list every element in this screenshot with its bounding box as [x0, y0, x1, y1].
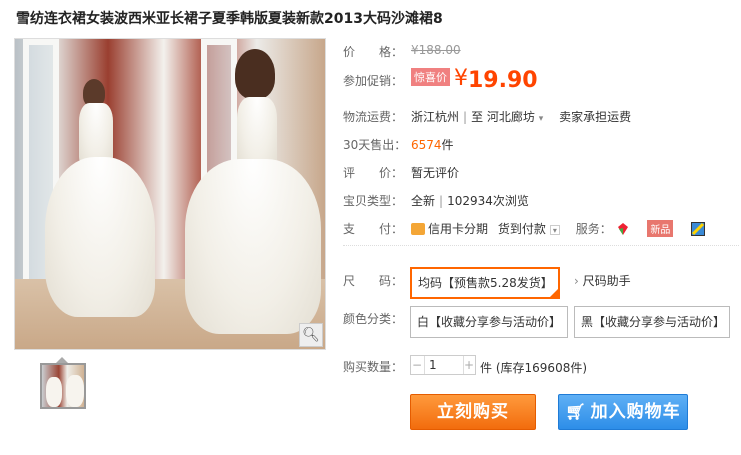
sold-row: 30天售出： 6574件 — [343, 136, 454, 153]
promo-currency: ¥ — [454, 66, 468, 91]
type-row: 宝贝类型： 全新 | 102934次浏览 — [343, 192, 529, 209]
magnifier-icon[interactable]: 🔍︎ — [299, 323, 323, 347]
price-row: 价 格： ¥188.00 — [343, 43, 461, 60]
original-price: ¥188.00 — [411, 43, 461, 57]
main-product-image[interactable]: 🔍︎ — [14, 38, 326, 350]
chevron-right-icon: › — [574, 274, 579, 288]
expand-icon: ▾ — [549, 225, 560, 235]
service-icon[interactable] — [691, 222, 706, 236]
size-helper-label: 尺码助手 — [582, 274, 631, 288]
shipping-fee: 卖家承担运费 — [559, 110, 632, 124]
payment-label: 支 付： — [343, 222, 404, 236]
size-option-label: 均码【预售款5.28发货】 — [418, 276, 553, 290]
add-to-cart-label: 加入购物车 — [590, 402, 681, 422]
promo-label: 参加促销： — [343, 74, 404, 88]
color-option-label: 白【收藏分享参与活动价】 — [417, 315, 562, 329]
promo-price: 19.90 — [468, 68, 538, 93]
chevron-down-icon: ▾ — [538, 114, 544, 124]
credit-card-option[interactable]: 信用卡分期 — [411, 222, 488, 236]
credit-card-icon — [411, 223, 425, 235]
product-title: 雪纺连衣裙女装波西米亚长裙子夏季韩版夏装新款2013大码沙滩裙8 — [16, 11, 443, 27]
minus-icon[interactable]: − — [411, 356, 423, 374]
divider — [343, 245, 739, 246]
quantity-label: 购买数量： — [343, 360, 404, 374]
sold-count: 6574 — [411, 138, 442, 152]
shipping-sep: | — [463, 110, 468, 124]
review-label: 评 价： — [343, 166, 404, 180]
sold-label: 30天售出： — [343, 138, 407, 152]
size-label: 尺 码： — [343, 274, 404, 288]
promo-tag: 惊喜价 — [411, 68, 450, 86]
model-skirt-left — [45, 157, 155, 317]
sold-unit: 件 — [441, 138, 454, 152]
size-helper-link[interactable]: › 尺码助手 — [574, 272, 631, 289]
model-skirt-right — [185, 159, 321, 334]
color-option-black[interactable]: 黑【收藏分享参与活动价】 — [574, 306, 730, 338]
price-label: 价 格： — [343, 45, 404, 59]
model-bodice-left — [79, 103, 113, 163]
shipping-label: 物流运费： — [343, 110, 404, 124]
stock-info: 件 (库存169608件) — [480, 359, 587, 376]
color-option-white[interactable]: 白【收藏分享参与活动价】 — [410, 306, 568, 338]
selected-check-icon — [550, 289, 558, 297]
buy-now-button[interactable]: 立刻购买 — [410, 394, 536, 430]
cod-label: 货到付款 — [497, 222, 546, 236]
service-label: 服务： — [575, 222, 612, 236]
type-condition: 全新 — [411, 194, 436, 208]
quantity-row: 购买数量： — [343, 358, 403, 375]
shipping-destination[interactable]: 河北廊坊 ▾ — [487, 110, 543, 124]
new-badge[interactable]: 新品 — [647, 220, 674, 237]
quantity-stepper[interactable]: − + — [410, 355, 476, 375]
quantity-unit: 件 — [480, 361, 493, 375]
payment-row: 支 付： 信用卡分期 货到付款 ▾ 服务： 新品 — [343, 220, 706, 237]
buy-now-label: 立刻购买 — [437, 402, 509, 422]
cod-option[interactable]: 货到付款 ▾ — [498, 222, 560, 236]
shipping-from: 浙江杭州 — [411, 110, 460, 124]
plus-icon[interactable]: + — [463, 356, 475, 374]
promo-row: 参加促销： 惊喜价 ¥19.90 — [343, 66, 538, 96]
type-label: 宝贝类型： — [343, 194, 404, 208]
stock-count: (库存169608件) — [495, 361, 588, 375]
service-guarantee-icon[interactable] — [616, 222, 630, 236]
shipping-to-prefix: 至 — [471, 110, 484, 124]
model-hair-right — [235, 49, 275, 99]
cart-icon: 🛒︎ — [565, 402, 587, 421]
add-to-cart-button[interactable]: 🛒︎ 加入购物车 — [558, 394, 688, 430]
color-option-label: 黑【收藏分享参与活动价】 — [581, 315, 726, 329]
review-row: 评 价： 暂无评价 — [343, 164, 459, 181]
size-option-selected[interactable]: 均码【预售款5.28发货】 — [410, 267, 560, 299]
color-row: 颜色分类： — [343, 310, 403, 327]
review-value: 暂无评价 — [411, 166, 460, 180]
size-row: 尺 码： — [343, 272, 403, 289]
shipping-to: 河北廊坊 — [486, 110, 535, 124]
color-label: 颜色分类： — [343, 312, 404, 326]
credit-card-label: 信用卡分期 — [428, 222, 489, 236]
thumbnail-image[interactable] — [40, 363, 86, 409]
model-bodice-right — [237, 97, 277, 167]
type-sep: | — [439, 194, 444, 208]
type-views: 102934次浏览 — [447, 194, 529, 208]
quantity-input[interactable] — [424, 356, 464, 374]
shipping-row: 物流运费： 浙江杭州 | 至 河北廊坊 ▾ 卖家承担运费 — [343, 108, 631, 125]
